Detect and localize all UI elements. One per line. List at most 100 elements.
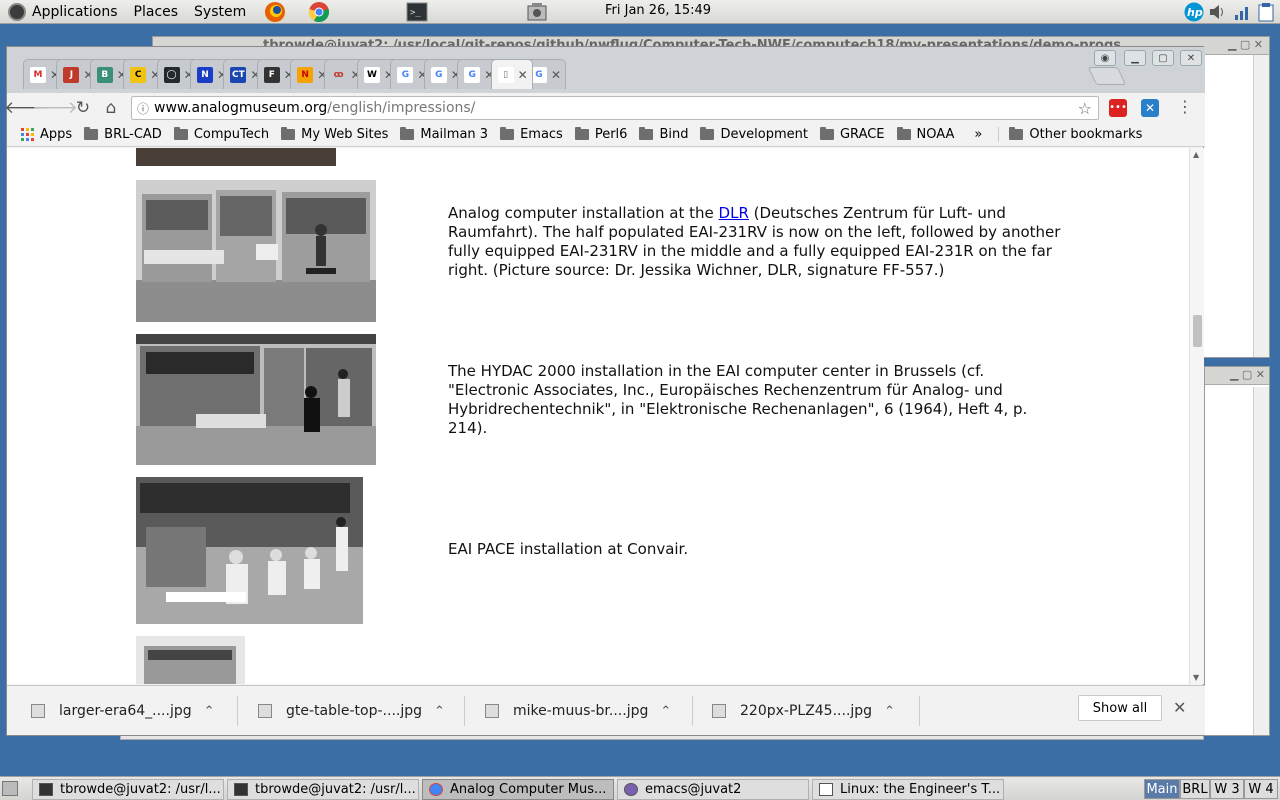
bookmark-label: Development [720, 127, 808, 142]
download-item[interactable]: larger-era64_....jpg ⌃ [31, 686, 215, 736]
scroll-down-arrow-icon[interactable]: ▼ [1193, 673, 1199, 682]
close-downloads-icon[interactable]: ✕ [1173, 698, 1186, 717]
network-signal-icon[interactable] [1233, 2, 1253, 22]
dlr-link[interactable]: DLR [719, 204, 749, 222]
bookmark-folder-bind[interactable]: Bind [639, 127, 688, 142]
workspace-main[interactable]: Main [1144, 779, 1180, 799]
background-window-controls[interactable]: ▁ ▢ ✕ [1228, 38, 1263, 51]
bottom-panel: tbrowde@juvat2: /usr/l... tbrowde@juvat2… [0, 776, 1280, 800]
background-scrollbar[interactable] [1253, 55, 1269, 357]
volume-icon[interactable] [1208, 2, 1228, 22]
photo-previous [136, 148, 336, 166]
chevron-up-icon[interactable]: ⌃ [884, 704, 895, 719]
hp-icon[interactable]: hp [1182, 2, 1206, 22]
places-menu[interactable]: Places [126, 0, 187, 24]
workspace-brl[interactable]: BRL [1180, 779, 1210, 799]
bookmark-folder-emacs[interactable]: Emacs [500, 127, 563, 142]
scrollbar-thumb[interactable] [1193, 315, 1202, 347]
wikipedia-favicon-icon: W [364, 66, 380, 83]
bookmark-folder-my-web-sites[interactable]: My Web Sites [281, 127, 388, 142]
chevron-up-icon[interactable]: ⌃ [204, 704, 215, 719]
screenshot-launcher-icon[interactable] [526, 1, 548, 23]
tab-active[interactable]: ▯A✕ [490, 59, 533, 89]
task-document[interactable]: Linux: the Engineer's T... [812, 779, 1004, 800]
bookmark-label: CompuTech [193, 127, 270, 142]
clipboard-icon[interactable] [1256, 2, 1276, 22]
bookmark-folder-noaa[interactable]: NOAA [896, 127, 955, 142]
tab-close-icon[interactable]: ✕ [518, 68, 528, 82]
chrome-launcher-icon[interactable] [308, 1, 330, 23]
workspace-4[interactable]: W 4 [1244, 779, 1278, 799]
window-user-button[interactable]: ◉ [1094, 50, 1116, 66]
bookmark-star-icon[interactable]: ☆ [1078, 99, 1092, 118]
firefox-launcher-icon[interactable] [264, 1, 286, 23]
scroll-up-arrow-icon[interactable]: ▲ [1193, 150, 1199, 159]
url-path: /english/impressions/ [327, 100, 476, 116]
download-filename: 220px-PLZ45....jpg [740, 703, 873, 719]
bookmark-label: NOAA [916, 127, 955, 142]
reload-button[interactable]: ↻ [69, 95, 97, 121]
chevron-up-icon[interactable]: ⌃ [660, 704, 671, 719]
system-label: System [194, 3, 247, 20]
page-favicon-icon: ▯ [497, 66, 514, 83]
task-chrome[interactable]: Analog Computer Mus... [422, 779, 614, 800]
gnome-foot-icon [8, 2, 26, 21]
bookmark-label: My Web Sites [301, 127, 389, 142]
task-terminal-1[interactable]: tbrowde@juvat2: /usr/l... [32, 779, 224, 800]
n-favicon-icon: N [197, 66, 213, 83]
bookmark-folder-computech[interactable]: CompuTech [173, 127, 270, 142]
bookmark-folder-development[interactable]: Development [700, 127, 808, 142]
bookmark-folder-mailman[interactable]: Mailman 3 [400, 127, 488, 142]
photo-next[interactable] [136, 636, 245, 684]
window-minimize-button[interactable]: ▁ [1124, 50, 1146, 66]
applications-label: Applications [32, 3, 118, 20]
chevron-up-icon[interactable]: ⌃ [434, 704, 445, 719]
document-icon [819, 783, 833, 796]
jp-favicon-icon: J [63, 66, 80, 83]
background-window2-controls[interactable]: ▁ ▢ ✕ [1230, 368, 1265, 381]
applications-menu[interactable]: Applications [0, 0, 126, 24]
show-desktop-icon[interactable] [2, 781, 18, 796]
bookmark-apps[interactable]: Apps [21, 127, 72, 142]
folder-icon [819, 127, 834, 140]
foss-favicon-icon: F [263, 66, 280, 83]
emacs-icon [624, 783, 638, 796]
bookmark-folder-brl-cad[interactable]: BRL-CAD [84, 127, 162, 142]
download-item[interactable]: 220px-PLZ45....jpg ⌃ [712, 686, 895, 736]
photo-eai-pace-convair[interactable] [136, 477, 363, 624]
background-emacs-window[interactable]: ▁ ▢ ✕ [1204, 366, 1270, 736]
task-terminal-2[interactable]: tbrowde@juvat2: /usr/l... [227, 779, 419, 800]
show-all-button[interactable]: Show all [1078, 695, 1162, 721]
bookmark-folder-grace[interactable]: GRACE [819, 127, 885, 142]
extension-icon[interactable]: ✕ [1141, 99, 1159, 117]
caption-hydac: The HYDAC 2000 installation in the EAI c… [448, 362, 1028, 437]
bookmark-folder-perl6[interactable]: Perl6 [574, 127, 628, 142]
workspace-3[interactable]: W 3 [1210, 779, 1244, 799]
lastpass-extension-icon[interactable]: ••• [1109, 99, 1127, 117]
info-icon[interactable]: ⓘ [132, 100, 154, 117]
home-button[interactable]: ⌂ [97, 95, 125, 121]
other-bookmarks[interactable]: Other bookmarks [998, 127, 1142, 142]
download-filename: larger-era64_....jpg [59, 703, 192, 719]
window-maximize-button[interactable]: ▢ [1152, 50, 1174, 66]
page-scrollbar[interactable]: ▲ ▼ [1189, 148, 1204, 684]
tab-close-icon[interactable]: ✕ [551, 68, 561, 82]
window-close-button[interactable]: ✕ [1180, 50, 1202, 66]
address-bar[interactable]: ⓘ www.analogmuseum.org/english/impressio… [131, 96, 1099, 120]
bookmark-label: Perl6 [594, 127, 628, 142]
folder-icon [700, 127, 715, 140]
task-emacs[interactable]: emacs@juvat2 [617, 779, 809, 800]
download-item[interactable]: mike-muus-br....jpg ⌃ [485, 686, 671, 736]
terminal-launcher-icon[interactable]: >_ [406, 1, 428, 23]
chrome-menu-icon[interactable]: ⋮ [1177, 97, 1193, 116]
forward-button[interactable]: 🡒 [32, 95, 78, 121]
photo-hydac-2000[interactable] [136, 334, 376, 465]
clock[interactable]: Fri Jan 26, 15:49 [605, 3, 711, 18]
background-scrollbar-2[interactable] [1253, 387, 1269, 735]
photo-dlr-installation[interactable] [136, 180, 376, 322]
bookmarks-overflow-button[interactable]: » [974, 127, 982, 142]
system-menu[interactable]: System [186, 0, 254, 24]
folder-icon [400, 127, 415, 140]
download-item[interactable]: gte-table-top-....jpg ⌃ [258, 686, 445, 736]
new-tab-button[interactable] [1087, 67, 1127, 85]
